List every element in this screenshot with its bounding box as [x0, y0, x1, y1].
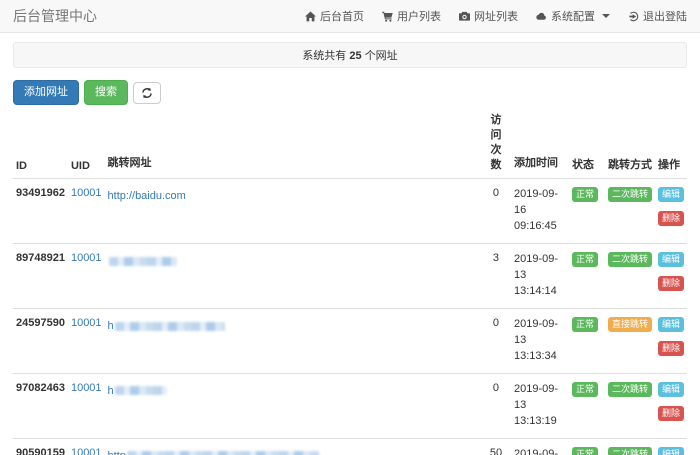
row-url-link[interactable]	[108, 255, 178, 267]
header-method: 跳转方式	[605, 107, 655, 179]
row-id: 93491962	[13, 179, 68, 244]
cart-icon	[382, 11, 393, 22]
add-url-button[interactable]: 添加网址	[13, 80, 79, 105]
edit-button[interactable]: 编辑	[658, 252, 684, 267]
header-visits: 访问次数	[481, 107, 511, 179]
toolbar: 添加网址 搜索	[13, 80, 687, 105]
summary-text-before: 系统共有	[302, 50, 346, 62]
summary-count: 25	[349, 50, 361, 62]
url-table: ID UID 跳转网址 访问次数 添加时间 状态 跳转方式 操作 9349196…	[13, 107, 687, 455]
method-badge: 二次跳转	[608, 252, 652, 267]
row-visits: 50	[481, 438, 511, 455]
table-row: 90590159 10001 http 50 2019-09-13 13:07:…	[13, 438, 687, 455]
nav-item-label: 后台首页	[320, 8, 364, 24]
table-row: 97082463 10001 h 0 2019-09-13 13:13:19 正…	[13, 373, 687, 438]
cloud-icon	[536, 11, 547, 22]
row-added-time: 13:13:19	[514, 414, 566, 430]
status-badge: 正常	[572, 447, 598, 455]
edit-button[interactable]: 编辑	[658, 382, 684, 397]
delete-button[interactable]: 删除	[658, 276, 684, 291]
nav-item-label: 网址列表	[474, 8, 518, 24]
row-id: 90590159	[13, 438, 68, 455]
summary-bar: 系统共有 25 个网址	[13, 42, 687, 68]
logout-icon	[628, 11, 639, 22]
method-badge: 二次跳转	[608, 187, 652, 202]
row-visits: 0	[481, 309, 511, 374]
row-id: 24597590	[13, 309, 68, 374]
row-url-link[interactable]: http://baidu.com	[108, 190, 186, 202]
nav-item-users[interactable]: 用户列表	[373, 8, 450, 24]
header-id: ID	[13, 107, 68, 179]
row-url-link[interactable]: h	[108, 385, 168, 397]
navbar: 后台管理中心 后台首页 用户列表 网址列表 系统配置 退出登陆	[0, 0, 700, 33]
row-added: 2019-09-16 09:16:45	[511, 179, 569, 244]
edit-button[interactable]: 编辑	[658, 187, 684, 202]
row-added: 2019-09-13 13:07:39	[511, 438, 569, 455]
nav-item-label: 系统配置	[551, 8, 595, 24]
row-visits: 0	[481, 373, 511, 438]
summary-text-after: 个网址	[365, 50, 398, 62]
delete-button[interactable]: 删除	[658, 211, 684, 226]
search-button[interactable]: 搜索	[84, 80, 128, 105]
table-row: 93491962 10001 http://baidu.com 0 2019-0…	[13, 179, 687, 244]
row-added-date: 2019-09-13	[514, 447, 566, 455]
chevron-down-icon	[602, 14, 610, 18]
row-uid-link[interactable]: 10001	[71, 317, 102, 329]
camera-icon	[459, 11, 470, 22]
table-body: 93491962 10001 http://baidu.com 0 2019-0…	[13, 179, 687, 455]
header-url: 跳转网址	[105, 107, 481, 179]
delete-button[interactable]: 删除	[658, 406, 684, 421]
row-added-date: 2019-09-13	[514, 252, 566, 284]
row-added-date: 2019-09-13	[514, 382, 566, 414]
status-badge: 正常	[572, 252, 598, 267]
status-badge: 正常	[572, 382, 598, 397]
row-url-link[interactable]: h	[108, 320, 226, 332]
row-added: 2019-09-13 13:13:19	[511, 373, 569, 438]
row-added-time: 09:16:45	[514, 219, 566, 235]
refresh-icon	[141, 87, 153, 99]
refresh-button[interactable]	[133, 82, 161, 104]
nav-item-home[interactable]: 后台首页	[296, 8, 373, 24]
status-badge: 正常	[572, 187, 598, 202]
nav-item-label: 用户列表	[397, 8, 441, 24]
row-added: 2019-09-13 13:13:34	[511, 309, 569, 374]
method-badge: 直接跳转	[608, 317, 652, 332]
row-added-time: 13:13:34	[514, 349, 566, 365]
table-row: 24597590 10001 h 0 2019-09-13 13:13:34 正…	[13, 309, 687, 374]
header-uid: UID	[68, 107, 105, 179]
status-badge: 正常	[572, 317, 598, 332]
brand-title[interactable]: 后台管理中心	[13, 6, 97, 26]
row-url-link[interactable]: http	[108, 450, 320, 455]
header-added: 添加时间	[511, 107, 569, 179]
nav-menu: 后台首页 用户列表 网址列表 系统配置 退出登陆	[296, 8, 687, 24]
table-row: 89748921 10001 3 2019-09-13 13:14:14 正常 …	[13, 244, 687, 309]
row-id: 89748921	[13, 244, 68, 309]
row-uid-link[interactable]: 10001	[71, 187, 102, 199]
table-header-row: ID UID 跳转网址 访问次数 添加时间 状态 跳转方式 操作	[13, 107, 687, 179]
row-uid-link[interactable]: 10001	[71, 447, 102, 455]
header-ops: 操作	[655, 107, 687, 179]
row-uid-link[interactable]: 10001	[71, 252, 102, 264]
nav-item-label: 退出登陆	[643, 8, 687, 24]
method-badge: 二次跳转	[608, 447, 652, 455]
method-badge: 二次跳转	[608, 382, 652, 397]
edit-button[interactable]: 编辑	[658, 317, 684, 332]
row-added-date: 2019-09-16	[514, 187, 566, 219]
row-uid-link[interactable]: 10001	[71, 382, 102, 394]
home-icon	[305, 11, 316, 22]
row-added-date: 2019-09-13	[514, 317, 566, 349]
row-visits: 3	[481, 244, 511, 309]
edit-button[interactable]: 编辑	[658, 447, 684, 455]
nav-item-config[interactable]: 系统配置	[527, 8, 619, 24]
row-added-time: 13:14:14	[514, 284, 566, 300]
header-status: 状态	[569, 107, 605, 179]
delete-button[interactable]: 删除	[658, 341, 684, 356]
nav-item-logout[interactable]: 退出登陆	[619, 8, 687, 24]
nav-item-urls[interactable]: 网址列表	[450, 8, 527, 24]
row-visits: 0	[481, 179, 511, 244]
row-id: 97082463	[13, 373, 68, 438]
row-added: 2019-09-13 13:14:14	[511, 244, 569, 309]
